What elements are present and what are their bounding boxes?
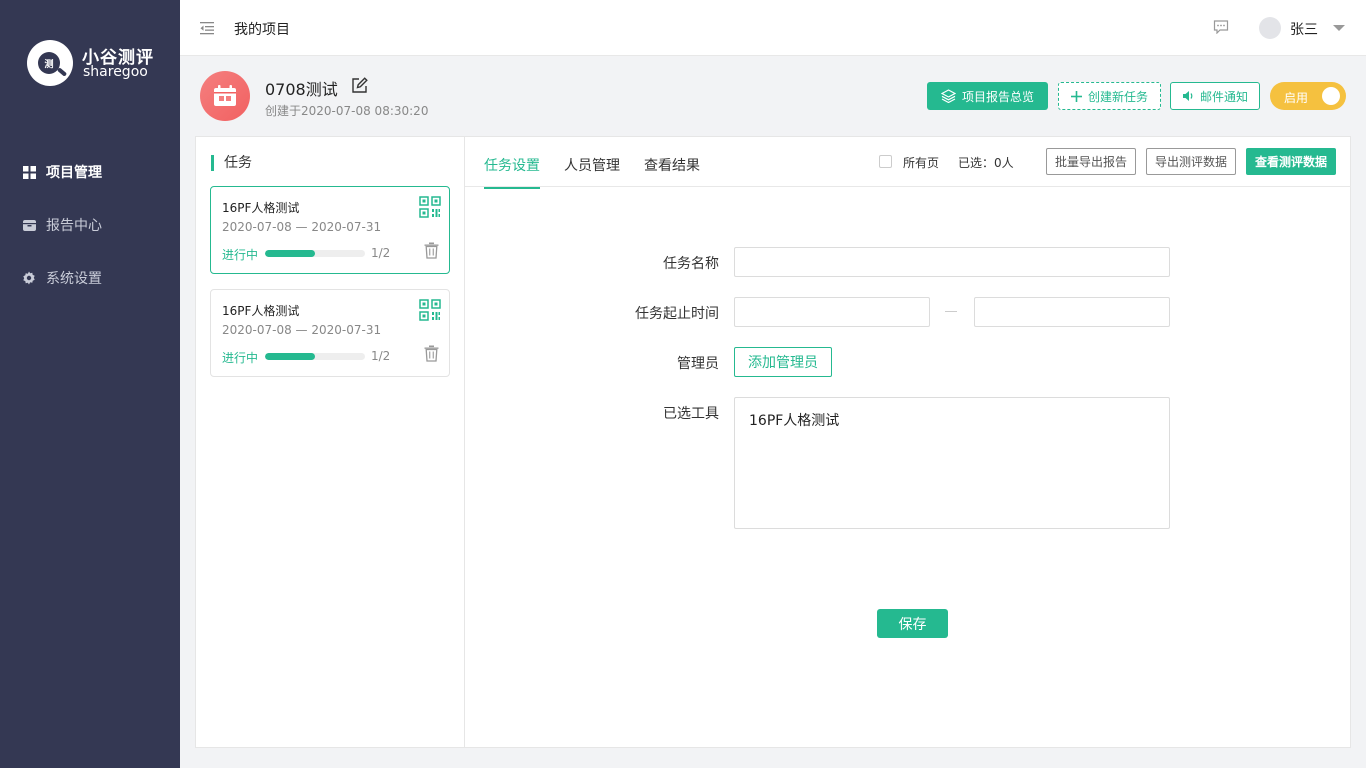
view-data-button[interactable]: 查看测评数据 [1246,148,1336,175]
task-detail-panel: 任务设置 人员管理 查看结果 所有页 已选：0人 批量导出报告 导出测评数据 查… [465,137,1351,747]
toggle-knob [1322,87,1340,105]
sidebar: 测 小谷测评 sharegoo 项目管理 报告中心 系统设置 [0,0,180,768]
save-button[interactable]: 保存 [877,609,948,638]
brand-logo[interactable]: 测 小谷测评 sharegoo [27,40,167,88]
export-data-button[interactable]: 导出测评数据 [1146,148,1236,175]
tool-item: 16PF人格测试 [749,413,840,429]
task-list-panel: 任务 16PF人格测试 2020-07-08 — 2020-07-31 进行中 … [196,137,465,747]
sidebar-item-project-management[interactable]: 项目管理 [0,152,180,192]
tab-member-management[interactable]: 人员管理 [564,155,620,187]
report-overview-button[interactable]: 项目报告总览 [927,82,1048,110]
admin-label: 管理员 [677,356,719,372]
sidebar-item-label: 项目管理 [46,165,102,181]
sidebar-item-label: 系统设置 [46,271,102,287]
sidebar-item-label: 报告中心 [46,218,102,234]
project-name: 0708测试 [265,80,338,99]
task-progress-bar [265,250,365,257]
create-task-button[interactable]: 创建新任务 [1058,82,1161,110]
sidebar-nav: 项目管理 报告中心 系统设置 [0,152,180,311]
task-count: 1/2 [371,349,391,363]
sidebar-item-system-settings[interactable]: 系统设置 [0,258,180,298]
task-list-heading: 任务 [211,155,252,171]
brand-name-en: sharegoo [83,64,148,80]
task-status: 进行中 [222,248,259,262]
task-name: 16PF人格测试 [222,304,300,318]
grid-icon [22,165,36,179]
menu-fold-icon[interactable] [200,21,214,35]
edit-icon[interactable] [351,77,368,94]
tab-bar: 任务设置 人员管理 查看结果 所有页 已选：0人 批量导出报告 导出测评数据 查… [465,137,1351,189]
toggle-label: 启用 [1284,91,1309,105]
main-panel: 任务 16PF人格测试 2020-07-08 — 2020-07-31 进行中 … [195,136,1351,748]
topbar: 我的项目 张三 [180,0,1366,56]
plus-icon [1070,90,1082,102]
layers-icon [940,89,956,103]
message-icon[interactable] [1213,20,1229,34]
trash-icon[interactable] [424,345,439,362]
task-status: 进行中 [222,351,259,365]
task-name-input[interactable] [734,247,1170,277]
selected-count: 已选：0人 [958,156,1014,170]
task-dates: 2020-07-08 — 2020-07-31 [222,323,382,337]
tab-view-results[interactable]: 查看结果 [644,155,700,187]
end-date-input[interactable] [974,297,1170,327]
project-calendar-icon [200,71,250,121]
user-name[interactable]: 张三 [1290,19,1318,39]
all-pages-label: 所有页 [903,156,940,170]
task-name: 16PF人格测试 [222,201,300,215]
qr-code-icon[interactable] [419,299,441,321]
task-name-label: 任务名称 [663,256,719,272]
mail-notify-button[interactable]: 邮件通知 [1170,82,1260,110]
qr-code-icon[interactable] [419,196,441,218]
task-time-label: 任务起止时间 [635,306,719,322]
enable-toggle[interactable]: 启用 [1270,82,1346,110]
trash-icon[interactable] [424,242,439,259]
task-card[interactable]: 16PF人格测试 2020-07-08 — 2020-07-31 进行中 1/2 [210,186,450,274]
avatar[interactable] [1259,17,1281,39]
task-card[interactable]: 16PF人格测试 2020-07-08 — 2020-07-31 进行中 1/2 [210,289,450,377]
task-count: 1/2 [371,246,391,260]
selected-tools-label: 已选工具 [663,406,719,422]
box-icon [22,218,36,232]
start-date-input[interactable] [734,297,930,327]
selected-tools-box[interactable]: 16PF人格测试 [734,397,1170,529]
project-created-time: 创建于2020-07-08 08:30:20 [265,104,429,118]
tab-task-settings[interactable]: 任务设置 [484,155,540,189]
gear-icon [22,271,36,285]
add-admin-button[interactable]: 添加管理员 [734,347,832,377]
speaker-icon [1182,91,1193,101]
task-progress-bar [265,353,365,360]
date-range-separator [945,311,957,312]
sidebar-item-report-center[interactable]: 报告中心 [0,205,180,245]
chevron-down-icon[interactable] [1333,25,1345,31]
task-dates: 2020-07-08 — 2020-07-31 [222,220,382,234]
all-pages-checkbox[interactable] [879,155,892,168]
page-title: 我的项目 [234,22,290,38]
logo-mark: 测 [27,40,73,86]
batch-export-report-button[interactable]: 批量导出报告 [1046,148,1136,175]
